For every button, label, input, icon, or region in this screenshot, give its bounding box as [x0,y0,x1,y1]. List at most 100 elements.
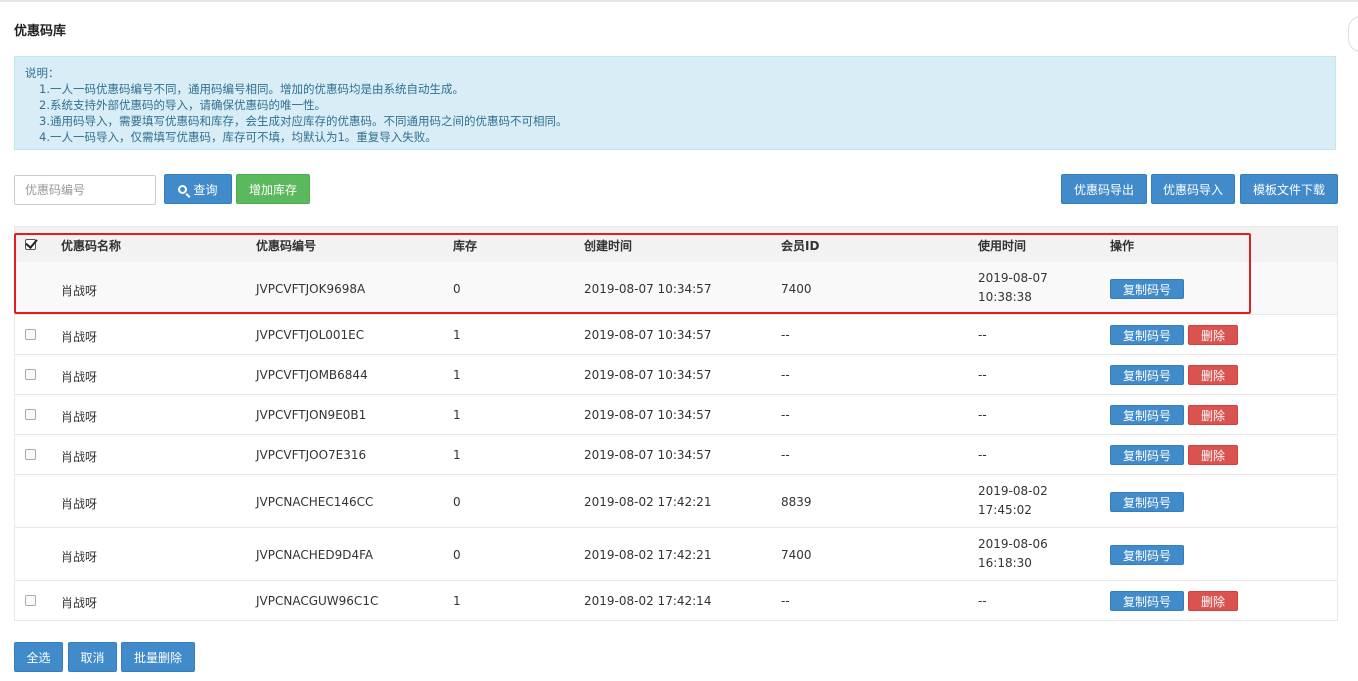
cell-stock: 1 [453,594,461,608]
row-checkbox[interactable] [25,595,36,606]
cell-name: 肖战呀 [61,330,98,344]
copy-code-button[interactable]: 复制码号 [1110,545,1184,565]
cell-name: 肖战呀 [61,497,98,511]
copy-code-button[interactable]: 复制码号 [1110,325,1184,345]
copy-code-button[interactable]: 复制码号 [1110,365,1184,385]
table-row: 肖战呀 JVPCVFTJON9E0B1 1 2019-08-07 10:34:57 --… [15,395,1337,435]
used-time-line: -- [978,328,987,342]
cell-used-time: -- [978,366,987,385]
used-time-line: 10:38:38 [978,290,1032,304]
cell-name: 肖战呀 [61,550,98,564]
coupon-table: 优惠码名称 优惠码编号 库存 创建时间 会员ID 使用时间 操作 肖战呀 JVPC… [14,226,1338,621]
table-row: 肖战呀 JVPCNACHED9D4FA 0 2019-08-02 17:42:21 74… [15,528,1337,581]
cell-member-id: 8839 [781,495,812,509]
select-all-button[interactable]: 全选 [14,642,63,672]
table-row: 肖战呀 JVPCVFTJOK9698A 0 2019-08-07 10:34:57 74… [15,262,1337,315]
column-header-code: 优惠码编号 [256,239,317,253]
delete-button[interactable]: 删除 [1188,325,1238,345]
used-time-line: 2019-08-07 [978,271,1048,285]
search-icon [178,184,188,194]
cell-used-time: -- [978,406,987,425]
used-time-line: -- [978,368,987,382]
row-checkbox[interactable] [25,409,36,420]
notice-line: 4.一人一码导入，仅需填写优惠码，库存可不填，均默认为1。重复导入失败。 [39,130,437,144]
table-row: 肖战呀 JVPCVFTJOO7E316 1 2019-08-07 10:34:57 --… [15,435,1337,475]
cell-used-time: 2019-08-07 10:38:38 [978,269,1048,307]
cell-code: JVPCVFTJOO7E316 [256,448,367,462]
notice-line: 3.通用码导入，需要填写优惠码和库存，会生成对应库存的优惠码。不同通用码之间的优… [39,114,568,128]
cell-stock: 0 [453,282,461,296]
cell-code: JVPCVFTJOK9698A [256,282,366,296]
cell-code: JVPCVFTJOMB6844 [256,368,368,382]
used-time-line: 16:18:30 [978,556,1032,570]
cell-name: 肖战呀 [61,284,98,298]
cell-created: 2019-08-07 10:34:57 [584,448,712,462]
notice-heading: 说明： [25,66,60,80]
copy-code-button[interactable]: 复制码号 [1110,405,1184,425]
cell-member-id: -- [781,594,790,608]
row-checkbox[interactable] [25,449,36,460]
used-time-line: 17:45:02 [978,503,1032,517]
copy-code-button[interactable]: 复制码号 [1110,445,1184,465]
select-all-checkbox[interactable] [25,239,36,250]
add-stock-button[interactable]: 增加库存 [236,174,310,204]
cell-used-time: 2019-08-02 17:45:02 [978,482,1048,520]
notice-box: 说明： 1.一人一码优惠码编号不同，通用码编号相同。增加的优惠码均是由系统自动生… [14,56,1336,150]
batch-delete-button[interactable]: 批量删除 [121,642,195,672]
row-checkbox[interactable] [25,369,36,380]
cell-name: 肖战呀 [61,410,98,424]
notice-line: 2.系统支持外部优惠码的导入，请确保优惠码的唯一性。 [39,98,326,112]
cell-created: 2019-08-02 17:42:14 [584,594,712,608]
cell-created: 2019-08-02 17:42:21 [584,495,712,509]
copy-code-button[interactable]: 复制码号 [1110,591,1184,611]
search-input[interactable] [14,175,156,205]
cell-name: 肖战呀 [61,450,98,464]
cell-member-id: -- [781,408,790,422]
cell-stock: 0 [453,495,461,509]
template-download-button[interactable]: 模板文件下载 [1240,174,1338,204]
cell-used-time: -- [978,592,987,611]
cell-used-time: 2019-08-06 16:18:30 [978,535,1048,573]
cell-created: 2019-08-07 10:34:57 [584,282,712,296]
cell-created: 2019-08-02 17:42:21 [584,548,712,562]
export-button[interactable]: 优惠码导出 [1061,174,1147,204]
used-time-line: -- [978,594,987,608]
column-header-created: 创建时间 [584,239,633,253]
column-header-name: 优惠码名称 [61,239,122,253]
cell-created: 2019-08-07 10:34:57 [584,408,712,422]
table-header: 优惠码名称 优惠码编号 库存 创建时间 会员ID 使用时间 操作 [15,226,1337,262]
query-button[interactable]: 查询 [164,174,232,204]
table-body: 肖战呀 JVPCVFTJOK9698A 0 2019-08-07 10:34:57 74… [15,262,1337,621]
delete-button[interactable]: 删除 [1188,365,1238,385]
cell-code: JVPCNACHEC146CC [256,495,374,509]
top-border [0,0,1358,2]
delete-button[interactable]: 删除 [1188,591,1238,611]
cell-created: 2019-08-07 10:34:57 [584,368,712,382]
cancel-button[interactable]: 取消 [68,642,117,672]
delete-button[interactable]: 删除 [1188,445,1238,465]
table-row: 肖战呀 JVPCNACHEC146CC 0 2019-08-02 17:42:21 88… [15,475,1337,528]
used-time-line: -- [978,448,987,462]
column-header-used-time: 使用时间 [978,239,1027,253]
table-row: 肖战呀 JVPCVFTJOMB6844 1 2019-08-07 10:34:57 --… [15,355,1337,395]
cell-code: JVPCVFTJON9E0B1 [256,408,367,422]
notice-line: 1.一人一码优惠码编号不同，通用码编号相同。增加的优惠码均是由系统自动生成。 [39,82,464,96]
cell-stock: 1 [453,328,461,342]
row-checkbox[interactable] [25,329,36,340]
cell-name: 肖战呀 [61,596,98,610]
cell-name: 肖战呀 [61,370,98,384]
column-header-stock: 库存 [453,239,478,253]
side-toggle-handle[interactable] [1348,16,1358,52]
used-time-line: -- [978,408,987,422]
cell-member-id: -- [781,328,790,342]
delete-button[interactable]: 删除 [1188,405,1238,425]
import-button[interactable]: 优惠码导入 [1151,174,1235,204]
page-title: 优惠码库 [14,24,67,39]
copy-code-button[interactable]: 复制码号 [1110,279,1184,299]
cell-stock: 0 [453,548,461,562]
used-time-line: 2019-08-06 [978,537,1048,551]
cell-created: 2019-08-07 10:34:57 [584,328,712,342]
copy-code-button[interactable]: 复制码号 [1110,492,1184,512]
cell-stock: 1 [453,408,461,422]
cell-member-id: 7400 [781,282,812,296]
